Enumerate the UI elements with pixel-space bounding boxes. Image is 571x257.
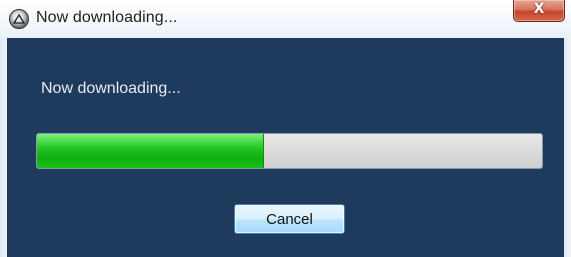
download-progress-bar xyxy=(36,133,543,169)
window-frame-left xyxy=(0,38,7,257)
title-bar[interactable]: Now downloading... X xyxy=(0,0,571,39)
status-message: Now downloading... xyxy=(41,80,181,97)
close-button[interactable]: X xyxy=(513,0,565,22)
progress-fill xyxy=(37,134,265,168)
cancel-button[interactable]: Cancel xyxy=(234,204,345,234)
download-dialog-window: Now downloading... X Now downloading... … xyxy=(0,0,571,257)
window-frame-right xyxy=(564,38,571,257)
close-icon: X xyxy=(533,1,545,17)
window-title: Now downloading... xyxy=(36,9,178,26)
app-globe-icon xyxy=(9,9,29,29)
dialog-content-panel: Now downloading... Cancel xyxy=(7,38,564,257)
